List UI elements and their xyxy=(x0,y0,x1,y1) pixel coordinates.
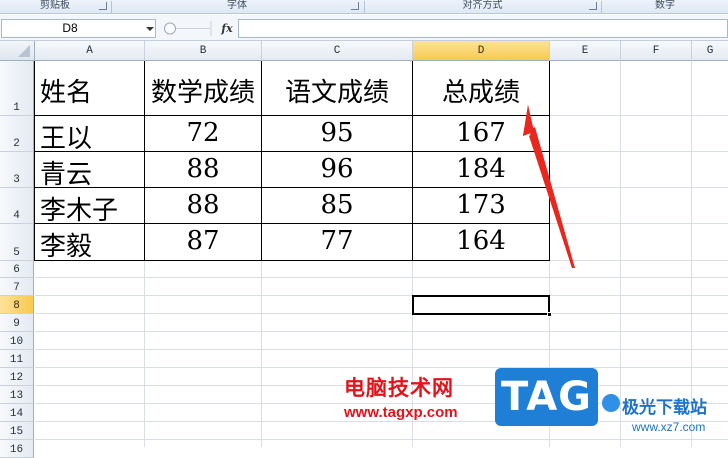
grid-line xyxy=(35,331,728,332)
insert-function-icon[interactable]: fx xyxy=(216,19,238,38)
grid-line xyxy=(35,313,728,314)
table-border xyxy=(34,260,550,261)
grid-line xyxy=(35,439,728,440)
grid-line xyxy=(691,61,692,447)
column-header-f[interactable]: F xyxy=(621,41,692,61)
row-header-9[interactable]: 9 xyxy=(0,314,34,332)
row-number: 6 xyxy=(13,264,20,276)
name-box-value: D8 xyxy=(62,21,78,35)
chevron-down-icon[interactable] xyxy=(146,27,154,31)
ribbon-group-alignment[interactable]: 对齐方式 xyxy=(365,0,600,14)
column-header-b[interactable]: B xyxy=(145,41,262,61)
row-number: 7 xyxy=(13,282,20,294)
table-cell-chinese[interactable]: 85 xyxy=(262,190,412,223)
select-all-corner[interactable] xyxy=(0,41,35,61)
row-number: 10 xyxy=(9,336,24,348)
watermark-tag-logo: TAG xyxy=(495,368,598,426)
grid-line xyxy=(35,349,728,350)
row-header-12[interactable]: 12 xyxy=(0,368,34,386)
row-number: 3 xyxy=(13,174,20,186)
grid-line xyxy=(35,421,728,422)
site-logo-icon xyxy=(602,394,620,412)
table-cell-math[interactable]: 87 xyxy=(145,226,261,260)
row-number: 2 xyxy=(13,138,20,150)
fill-handle[interactable] xyxy=(547,312,552,317)
row-header-13[interactable]: 13 xyxy=(0,386,34,404)
annotation-arrow-icon xyxy=(523,105,575,268)
row-header-6[interactable]: 6 xyxy=(0,261,34,278)
table-cell-chinese[interactable]: 96 xyxy=(262,154,412,187)
grid-line xyxy=(35,367,728,368)
ribbon-group-bar: 剪贴板 字体 对齐方式 数字 xyxy=(0,0,728,14)
row-number: 13 xyxy=(9,390,24,402)
table-border xyxy=(34,151,550,152)
row-header-1[interactable]: 1 xyxy=(0,61,34,116)
table-header-name[interactable]: 姓名 xyxy=(35,72,144,108)
select-all-icon xyxy=(18,45,30,57)
formula-bar-splitter[interactable] xyxy=(160,19,212,38)
row-header-3[interactable]: 3 xyxy=(0,152,34,188)
row-header-11[interactable]: 11 xyxy=(0,350,34,368)
row-number: 15 xyxy=(9,426,24,438)
row-number: 16 xyxy=(9,444,24,456)
row-number: 5 xyxy=(13,247,20,259)
table-cell-chinese[interactable]: 95 xyxy=(262,118,412,151)
table-border xyxy=(34,187,550,188)
ribbon-group-number[interactable]: 数字 xyxy=(602,0,728,14)
table-cell-math[interactable]: 88 xyxy=(145,154,261,187)
row-number: 14 xyxy=(9,408,24,420)
formula-input[interactable] xyxy=(238,19,728,38)
row-number: 1 xyxy=(13,102,20,114)
ribbon-group-label: 字体 xyxy=(227,0,247,11)
ribbon-group-label: 剪贴板 xyxy=(40,0,70,11)
watermark-brand-url: www.tagxp.com xyxy=(344,404,458,421)
watermark-site-url: www.xz7.com xyxy=(632,420,706,434)
ribbon-group-label: 数字 xyxy=(655,0,675,11)
table-cell-math[interactable]: 72 xyxy=(145,118,261,151)
grid-line xyxy=(35,277,728,278)
table-cell-name[interactable]: 李木子 xyxy=(35,190,144,226)
column-header-e[interactable]: E xyxy=(550,41,621,61)
table-cell-chinese[interactable]: 77 xyxy=(262,226,412,260)
row-number: 12 xyxy=(9,372,24,384)
row-number: 8 xyxy=(13,300,20,312)
row-header-7[interactable]: 7 xyxy=(0,278,34,296)
row-header-4[interactable]: 4 xyxy=(0,188,34,224)
table-cell-name[interactable]: 青云 xyxy=(35,154,144,190)
watermark-brand-text: 电脑技术网 xyxy=(344,376,454,400)
row-header-14[interactable]: 14 xyxy=(0,404,34,422)
row-header-16[interactable]: 16 xyxy=(0,440,34,458)
row-header-10[interactable]: 10 xyxy=(0,332,34,350)
clipboard-launcher-icon[interactable] xyxy=(99,2,107,10)
row-number: 4 xyxy=(13,210,20,222)
row-header-5[interactable]: 5 xyxy=(0,224,34,261)
watermark-site-name: 极光下载站 xyxy=(622,398,707,418)
table-cell-name[interactable]: 王以 xyxy=(35,118,144,154)
grid-line xyxy=(620,61,621,447)
table-cell-name[interactable]: 李毅 xyxy=(35,226,144,262)
row-number: 11 xyxy=(9,354,24,366)
table-cell-math[interactable]: 88 xyxy=(145,190,261,223)
column-header-d[interactable]: D xyxy=(413,41,550,61)
row-number: 9 xyxy=(13,318,20,330)
row-header-8[interactable]: 8 xyxy=(0,296,34,314)
grid-line xyxy=(35,295,728,296)
alignment-launcher-icon[interactable] xyxy=(589,2,597,10)
table-border xyxy=(34,115,550,116)
ribbon-group-label: 对齐方式 xyxy=(462,0,503,11)
row-header-2[interactable]: 2 xyxy=(0,116,34,152)
ribbon-group-font[interactable]: 字体 xyxy=(112,0,362,14)
column-header-a[interactable]: A xyxy=(35,41,145,61)
column-header-g[interactable]: G xyxy=(692,41,728,61)
table-header-chinese[interactable]: 语文成绩 xyxy=(262,72,412,108)
active-cell-d8[interactable] xyxy=(412,295,550,315)
column-header-c[interactable]: C xyxy=(262,41,413,61)
row-header-15[interactable]: 15 xyxy=(0,422,34,440)
font-launcher-icon[interactable] xyxy=(351,2,359,10)
table-header-math[interactable]: 数学成绩 xyxy=(145,72,261,108)
ribbon-group-clipboard[interactable]: 剪贴板 xyxy=(0,0,110,14)
